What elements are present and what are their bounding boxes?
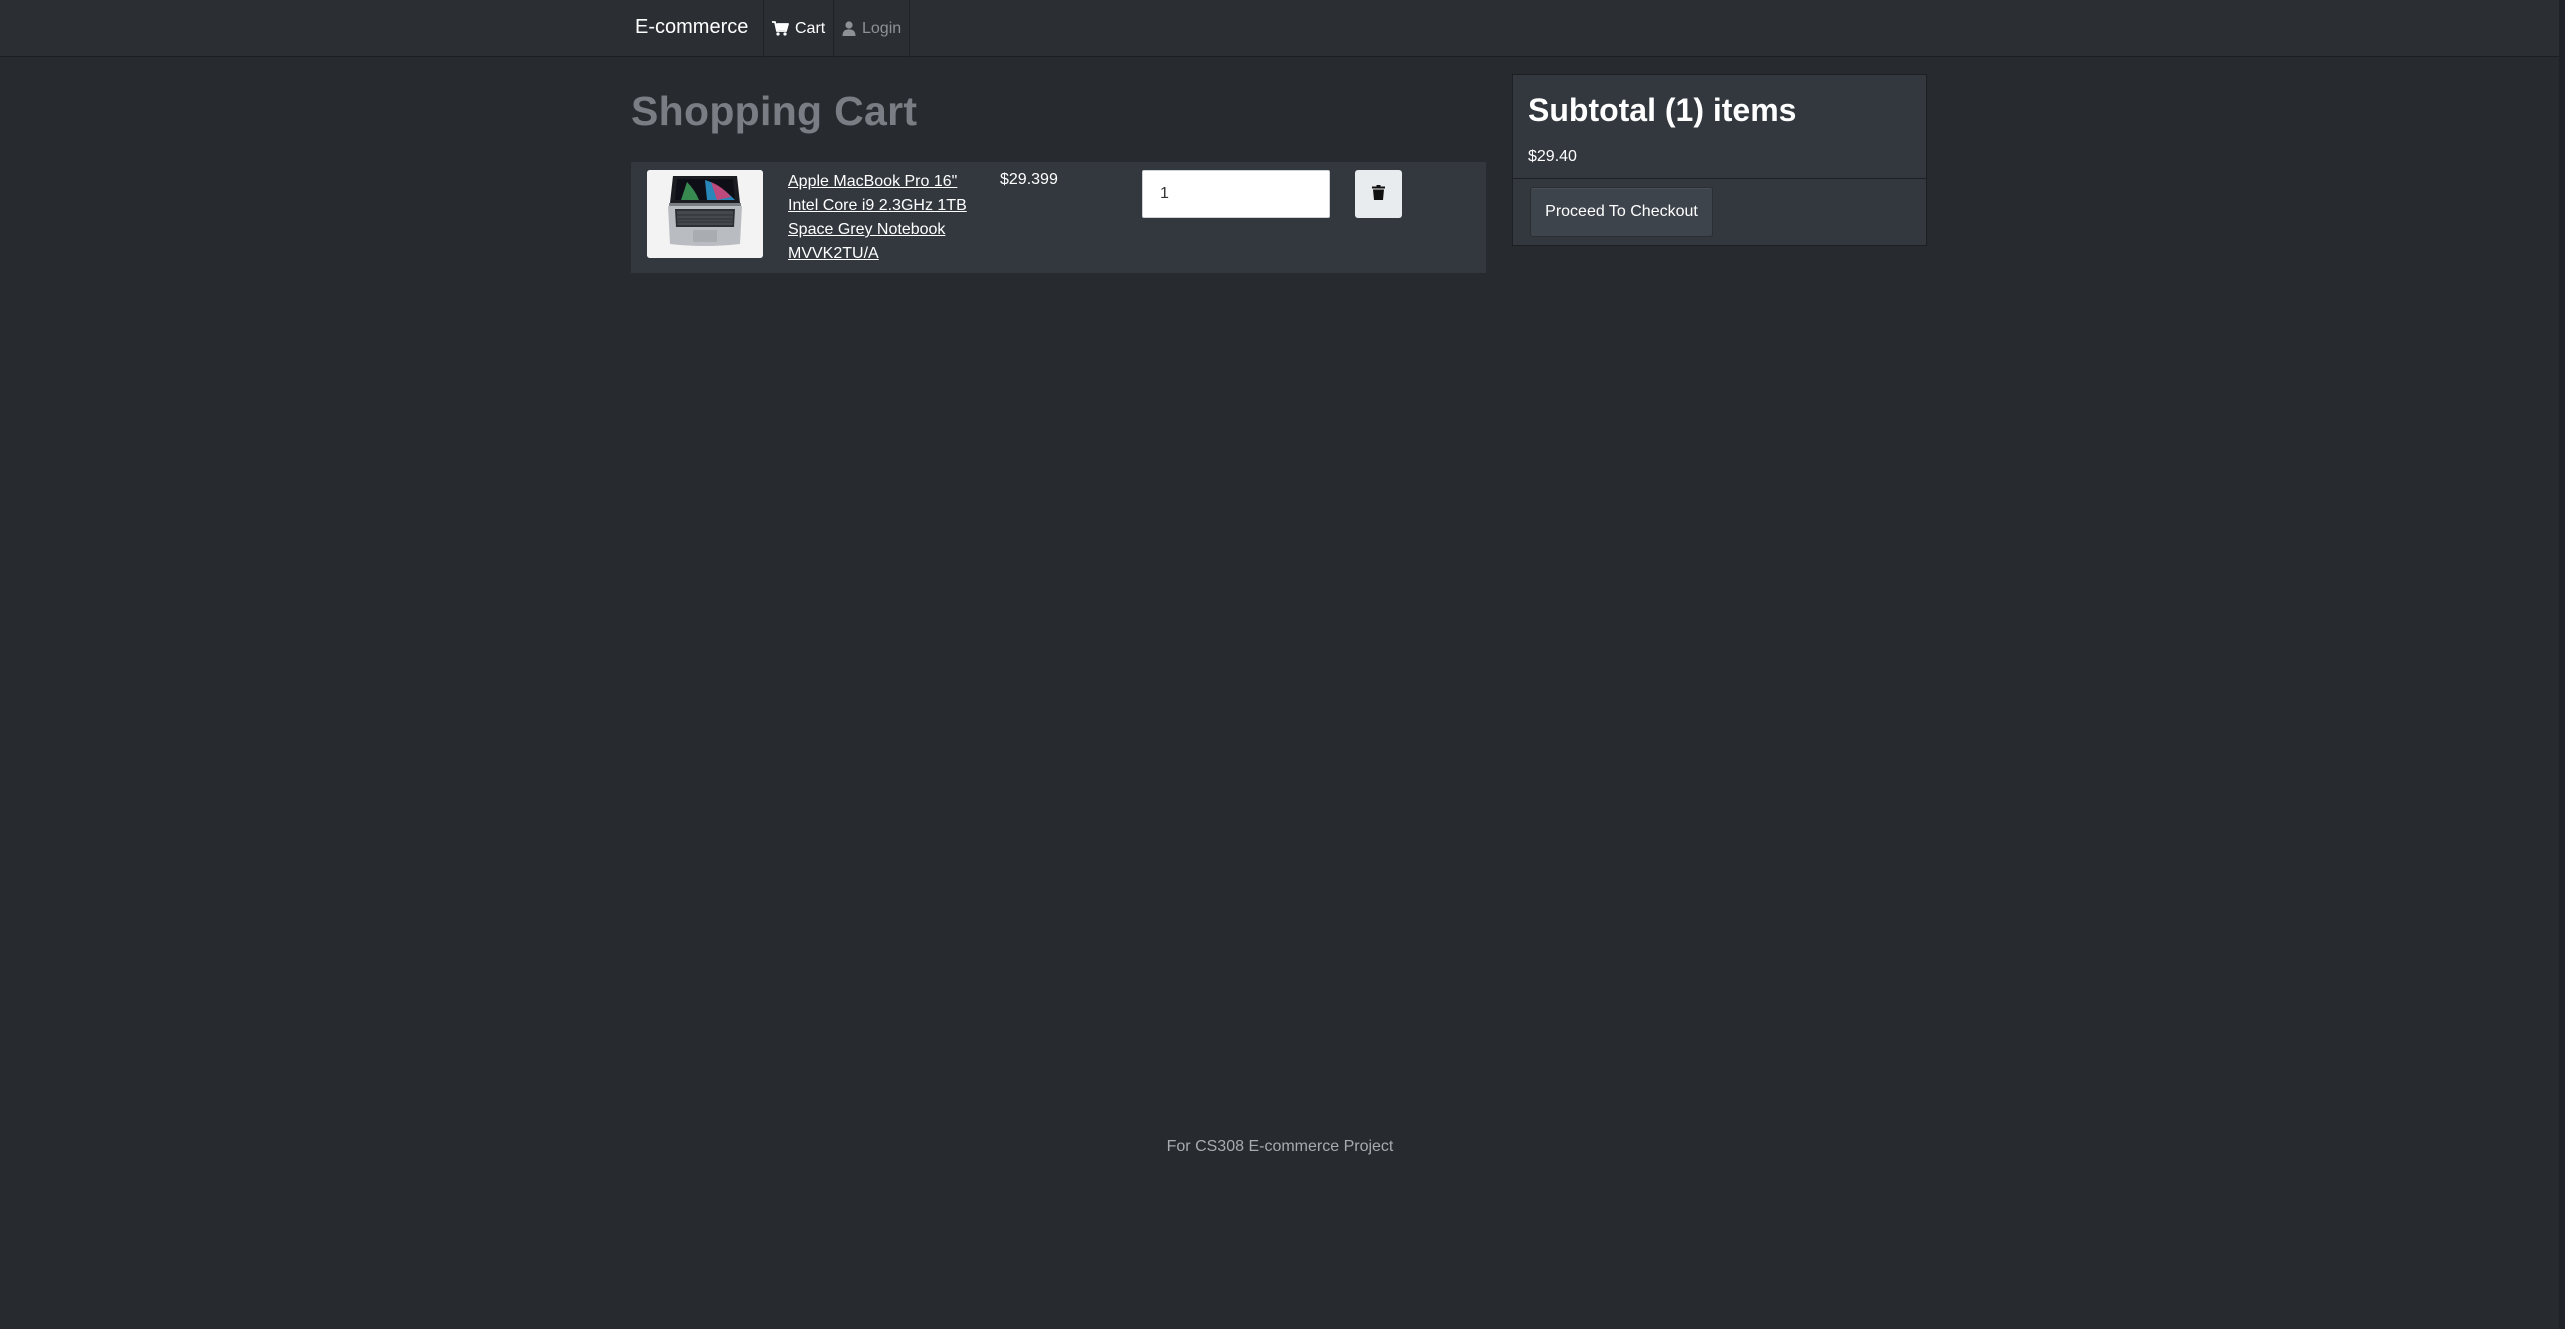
subtotal-title: Subtotal (1) items	[1528, 92, 1797, 128]
delete-item-button[interactable]	[1355, 170, 1402, 218]
nav-cart-link[interactable]: Cart	[763, 0, 833, 57]
page-title: Shopping Cart	[631, 88, 918, 134]
quantity-input[interactable]	[1142, 170, 1330, 218]
summary-header: Subtotal (1) items $29.40	[1513, 75, 1926, 179]
proceed-to-checkout-button[interactable]: Proceed To Checkout	[1530, 187, 1713, 237]
user-icon	[842, 21, 856, 36]
order-summary-card: Subtotal (1) items $29.40 Proceed To Che…	[1512, 74, 1927, 246]
product-name-link[interactable]: Apple MacBook Pro 16" Intel Core i9 2.3G…	[788, 170, 978, 266]
scrollbar[interactable]	[2559, 0, 2565, 1329]
product-price: $29.399	[1000, 171, 1058, 188]
brand-link[interactable]: E-commerce	[635, 16, 748, 39]
footer-text: For CS308 E-commerce Project	[1166, 1138, 1394, 1155]
laptop-icon	[647, 170, 763, 258]
navbar: E-commerce Cart Login	[0, 0, 2565, 57]
cart-icon	[772, 21, 789, 36]
nav-cart-label: Cart	[795, 19, 826, 37]
product-thumbnail[interactable]	[647, 170, 763, 258]
page: E-commerce Cart Login Shopping Cart Appl…	[0, 0, 2565, 1329]
cart-item-row: Apple MacBook Pro 16" Intel Core i9 2.3G…	[631, 162, 1486, 273]
subtotal-amount: $29.40	[1528, 148, 1577, 165]
nav-login-link[interactable]: Login	[833, 0, 911, 57]
trash-icon	[1372, 185, 1385, 203]
nav-login-label: Login	[862, 19, 902, 37]
